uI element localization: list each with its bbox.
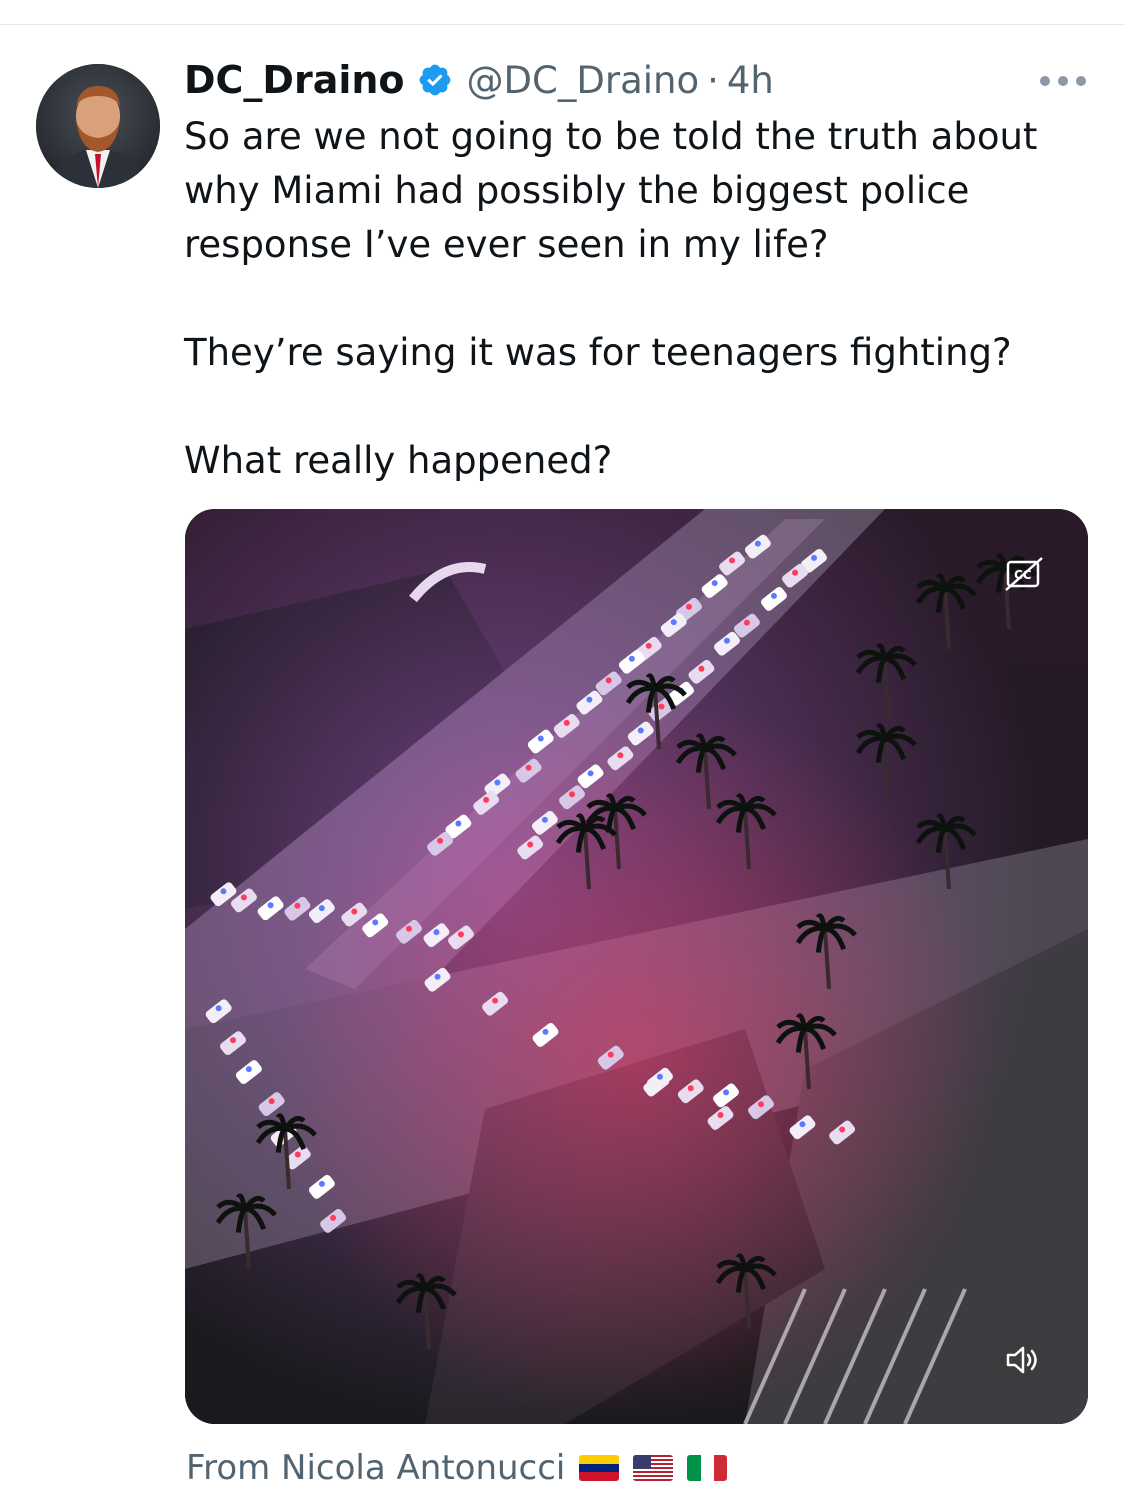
siren-light bbox=[670, 619, 677, 626]
top-divider bbox=[0, 24, 1125, 25]
siren-light bbox=[434, 973, 441, 980]
video-frame bbox=[185, 509, 1088, 1424]
handle[interactable]: @DC_Draino bbox=[467, 59, 700, 102]
profile-photo bbox=[36, 64, 160, 188]
siren-light bbox=[318, 1180, 325, 1187]
tweet-text-line: What really happened? bbox=[184, 439, 613, 482]
tweet-text-line: why Miami had possibly the biggest polic… bbox=[184, 169, 970, 212]
siren-light bbox=[351, 908, 358, 915]
more-dot bbox=[1040, 76, 1050, 86]
siren-light bbox=[245, 1066, 252, 1073]
siren-light bbox=[799, 1121, 806, 1128]
siren-light bbox=[433, 929, 440, 936]
siren-light bbox=[268, 1098, 275, 1105]
siren-light bbox=[717, 1111, 724, 1118]
siren-light bbox=[318, 905, 325, 912]
siren-light bbox=[658, 703, 665, 710]
siren-light bbox=[294, 1151, 301, 1158]
siren-light bbox=[405, 925, 412, 932]
siren-light bbox=[494, 779, 501, 786]
siren-light bbox=[527, 841, 534, 848]
siren-light bbox=[525, 764, 532, 771]
siren-light bbox=[437, 837, 444, 844]
siren-light bbox=[770, 592, 777, 599]
siren-light bbox=[537, 735, 544, 742]
avatar[interactable] bbox=[36, 64, 160, 188]
volume-button[interactable] bbox=[990, 1330, 1054, 1390]
siren-light bbox=[230, 1037, 237, 1044]
siren-light bbox=[617, 752, 624, 759]
tweet-text-line: So are we not going to be told the truth… bbox=[184, 115, 1038, 158]
italy-flag-icon bbox=[687, 1455, 728, 1481]
siren-light bbox=[729, 557, 736, 564]
siren-light bbox=[563, 719, 570, 726]
siren-light bbox=[455, 820, 462, 827]
siren-light bbox=[811, 554, 818, 561]
siren-light bbox=[723, 1089, 730, 1096]
siren-light bbox=[330, 1214, 337, 1221]
siren-light bbox=[743, 619, 750, 626]
tweet-text-line: response I’ve ever seen in my life? bbox=[184, 223, 829, 266]
captions-off-icon[interactable]: CC bbox=[1004, 556, 1044, 592]
siren-light bbox=[542, 1028, 549, 1035]
venezuela-flag-icon bbox=[579, 1455, 620, 1481]
siren-light bbox=[723, 637, 730, 644]
display-name[interactable]: DC_Draino bbox=[184, 58, 405, 102]
siren-light bbox=[240, 894, 247, 901]
siren-light bbox=[687, 1085, 694, 1092]
siren-light bbox=[637, 727, 644, 734]
verified-badge-icon bbox=[419, 64, 450, 96]
tweet-text-line: They’re saying it was for teenagers figh… bbox=[184, 331, 1012, 374]
more-dot bbox=[1058, 76, 1068, 86]
usa-flag-icon bbox=[633, 1455, 674, 1481]
siren-light bbox=[483, 796, 490, 803]
siren-light bbox=[839, 1126, 846, 1133]
siren-light bbox=[569, 791, 576, 798]
tweet-header: DC_Draino @DC_Draino · 4h bbox=[184, 55, 774, 105]
volume-icon bbox=[1006, 1346, 1037, 1374]
tweet-text: So are we not going to be told the truth… bbox=[184, 110, 1084, 488]
siren-light bbox=[492, 997, 499, 1004]
siren-light bbox=[267, 902, 274, 909]
siren-light bbox=[220, 888, 227, 895]
attribution-text[interactable]: From Nicola Antonucci bbox=[186, 1448, 565, 1488]
siren-light bbox=[645, 642, 652, 649]
more-dot bbox=[1076, 76, 1086, 86]
separator-dot: · bbox=[707, 58, 719, 102]
video-player[interactable]: CC bbox=[185, 509, 1088, 1424]
siren-light bbox=[541, 816, 548, 823]
siren-light bbox=[757, 1101, 764, 1108]
siren-light bbox=[587, 770, 594, 777]
siren-light bbox=[294, 902, 301, 909]
media-attribution: From Nicola Antonucci bbox=[186, 1448, 728, 1488]
siren-light bbox=[685, 603, 692, 610]
siren-light bbox=[656, 1073, 663, 1080]
siren-light bbox=[754, 540, 761, 547]
siren-light bbox=[628, 655, 635, 662]
siren-light bbox=[607, 1051, 614, 1058]
siren-light bbox=[372, 919, 379, 926]
siren-light bbox=[792, 569, 799, 576]
siren-light bbox=[457, 931, 464, 938]
siren-light bbox=[586, 696, 593, 703]
more-horizontal-icon[interactable] bbox=[1040, 70, 1086, 92]
siren-light bbox=[605, 677, 612, 684]
timestamp[interactable]: 4h bbox=[727, 59, 774, 102]
siren-light bbox=[215, 1005, 222, 1012]
siren-light bbox=[711, 580, 718, 587]
siren-light bbox=[698, 665, 705, 672]
